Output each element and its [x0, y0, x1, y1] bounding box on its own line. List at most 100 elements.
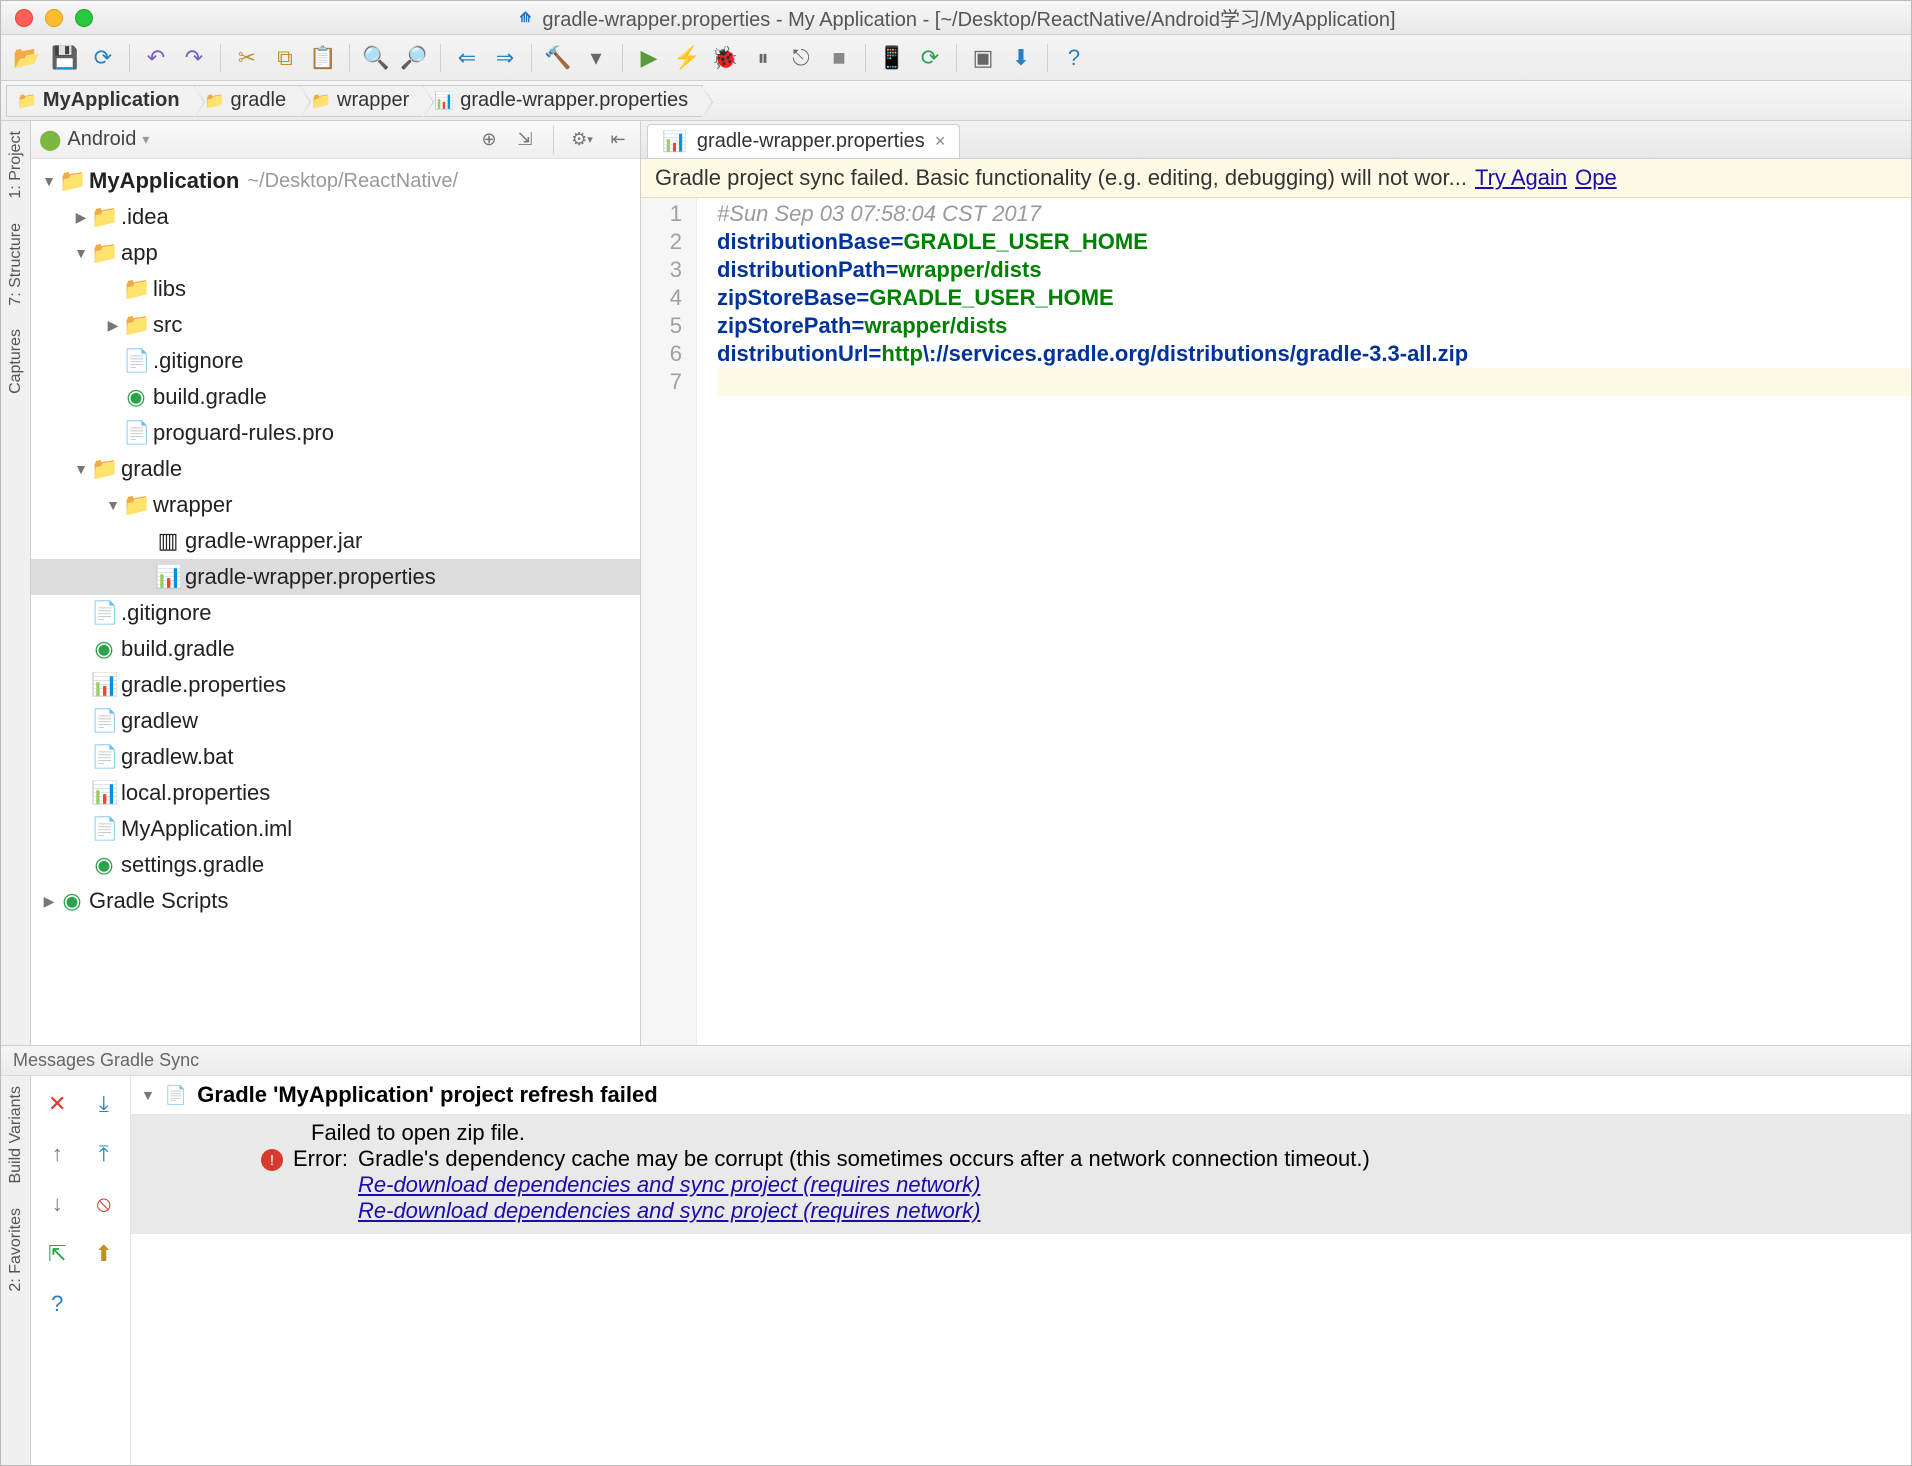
stop-button[interactable]: ■: [821, 40, 857, 76]
toolbar-separator: [553, 126, 554, 154]
apply-changes-button[interactable]: ⚡: [669, 40, 705, 76]
close-window-button[interactable]: [15, 9, 33, 27]
import-button[interactable]: ⬆: [84, 1232, 125, 1276]
find-button[interactable]: 🔍: [358, 40, 394, 76]
replace-button[interactable]: 🔎: [396, 40, 432, 76]
redo-button[interactable]: ↷: [176, 40, 212, 76]
next-message-button[interactable]: ↓: [37, 1182, 78, 1226]
error-icon: !: [261, 1149, 283, 1171]
zoom-window-button[interactable]: [75, 9, 93, 27]
tree-node[interactable]: ▼📁gradle: [31, 451, 640, 487]
tree-node[interactable]: 📁libs: [31, 271, 640, 307]
tree-node[interactable]: 📄MyApplication.iml: [31, 811, 640, 847]
tree-node[interactable]: ▥gradle-wrapper.jar: [31, 523, 640, 559]
tree-arrow-icon: ▼: [39, 173, 59, 189]
tree-node[interactable]: ▶📁src: [31, 307, 640, 343]
message-headline: Gradle 'MyApplication' project refresh f…: [197, 1082, 657, 1108]
redownload-link[interactable]: Re-download dependencies and sync projec…: [358, 1198, 1370, 1224]
breadcrumb-item[interactable]: 📁gradle: [194, 85, 302, 117]
debug-button[interactable]: 🐞: [707, 40, 743, 76]
run-button[interactable]: ▶: [631, 40, 667, 76]
messages-panel-title[interactable]: Messages Gradle Sync: [1, 1046, 1911, 1076]
build-button[interactable]: 🔨: [540, 40, 576, 76]
tree-root[interactable]: ▼📁MyApplication~/Desktop/ReactNative/: [31, 163, 640, 199]
stop-messages-button[interactable]: ⦸: [84, 1182, 125, 1226]
tree-node[interactable]: 📄.gitignore: [31, 343, 640, 379]
download-button[interactable]: ⬇: [1003, 40, 1039, 76]
tree-node-label: Gradle Scripts: [89, 888, 228, 914]
tree-node[interactable]: 📄.gitignore: [31, 595, 640, 631]
messages-panel: Messages Gradle Sync Build Variants 2: F…: [1, 1045, 1911, 1465]
prev-message-button[interactable]: ↑: [37, 1132, 78, 1176]
close-tab-button[interactable]: ×: [935, 131, 946, 152]
file-icon: 📄: [91, 708, 117, 734]
project-tool-tab[interactable]: 1: Project: [7, 131, 25, 199]
tree-node[interactable]: ▼📁wrapper: [31, 487, 640, 523]
editor-tab[interactable]: 📊 gradle-wrapper.properties ×: [647, 124, 960, 158]
attach-button[interactable]: ⎋: [783, 40, 819, 76]
paste-button[interactable]: 📋: [305, 40, 341, 76]
tree-node-label: app: [121, 240, 158, 266]
project-tree[interactable]: ▼📁MyApplication~/Desktop/ReactNative/▶📁.…: [31, 159, 640, 1045]
favorites-tool-tab[interactable]: 2: Favorites: [7, 1208, 25, 1292]
open-button[interactable]: 📂: [9, 40, 45, 76]
cut-button[interactable]: ✂: [229, 40, 265, 76]
tree-node[interactable]: ◉build.gradle: [31, 379, 640, 415]
copy-button[interactable]: ⧉: [267, 40, 303, 76]
tree-node-label: gradlew: [121, 708, 198, 734]
back-button[interactable]: ⇐: [449, 40, 485, 76]
help-messages-button[interactable]: ?: [37, 1282, 78, 1326]
tree-node[interactable]: 📄gradlew.bat: [31, 739, 640, 775]
breadcrumb: 📁MyApplication 📁gradle 📁wrapper 📊gradle-…: [1, 81, 1911, 121]
tree-node[interactable]: ▼📁app: [31, 235, 640, 271]
close-messages-button[interactable]: ✕: [37, 1082, 78, 1126]
help-button[interactable]: ?: [1056, 40, 1092, 76]
expand-button[interactable]: ⇲: [511, 126, 539, 154]
minimize-window-button[interactable]: [45, 9, 63, 27]
hide-panel-button[interactable]: ⇤: [604, 126, 632, 154]
tree-node[interactable]: 📊gradle-wrapper.properties: [31, 559, 640, 595]
export-button[interactable]: ⇱: [37, 1232, 78, 1276]
forward-button[interactable]: ⇒: [487, 40, 523, 76]
tree-node[interactable]: ◉build.gradle: [31, 631, 640, 667]
settings-button[interactable]: ⚙▾: [568, 126, 596, 154]
breadcrumb-label: gradle-wrapper.properties: [460, 89, 688, 112]
collapse-all-button[interactable]: ⊕: [475, 126, 503, 154]
collapse-all-button[interactable]: ⤒: [84, 1132, 125, 1176]
sync-button[interactable]: ⟳: [85, 40, 121, 76]
breadcrumb-item[interactable]: 📊gradle-wrapper.properties: [423, 85, 703, 117]
file-icon: 📄: [91, 744, 117, 770]
structure-tool-tab[interactable]: 7: Structure: [7, 223, 25, 306]
breadcrumb-item[interactable]: 📁wrapper: [300, 85, 424, 117]
file-icon: ▥: [155, 528, 181, 554]
captures-tool-tab[interactable]: Captures: [7, 329, 25, 394]
tree-node[interactable]: 📊gradle.properties: [31, 667, 640, 703]
tree-node[interactable]: 📄gradlew: [31, 703, 640, 739]
open-link[interactable]: Ope: [1575, 165, 1617, 191]
run-config-dropdown[interactable]: ▾: [578, 40, 614, 76]
expand-all-button[interactable]: ⤓: [84, 1082, 125, 1126]
file-icon: ◉: [123, 384, 149, 410]
profile-button[interactable]: ⏸: [745, 40, 781, 76]
redownload-link[interactable]: Re-download dependencies and sync projec…: [358, 1172, 1370, 1198]
file-icon: 📊: [91, 780, 117, 806]
message-header-row[interactable]: ▼ 📄 Gradle 'MyApplication' project refre…: [131, 1076, 1911, 1114]
tree-node[interactable]: 📊local.properties: [31, 775, 640, 811]
project-view-selector[interactable]: ⬤ Android ▾: [39, 127, 149, 152]
code-content[interactable]: #Sun Sep 03 07:58:04 CST 2017distributio…: [697, 198, 1911, 1045]
undo-button[interactable]: ↶: [138, 40, 174, 76]
tree-node-label: .gitignore: [153, 348, 244, 374]
toolbar-separator: [622, 44, 623, 72]
tree-node[interactable]: 📄proguard-rules.pro: [31, 415, 640, 451]
avd-button[interactable]: 📱: [874, 40, 910, 76]
build-variants-tool-tab[interactable]: Build Variants: [7, 1086, 25, 1184]
tree-node[interactable]: ▶◉Gradle Scripts: [31, 883, 640, 919]
breadcrumb-item[interactable]: 📁MyApplication: [6, 85, 195, 117]
tree-node[interactable]: ◉settings.gradle: [31, 847, 640, 883]
sdk-button[interactable]: ⟳: [912, 40, 948, 76]
try-again-link[interactable]: Try Again: [1475, 165, 1567, 191]
layout-inspector-button[interactable]: ▣: [965, 40, 1001, 76]
save-button[interactable]: 💾: [47, 40, 83, 76]
tree-node[interactable]: ▶📁.idea: [31, 199, 640, 235]
code-editor[interactable]: 1234567 #Sun Sep 03 07:58:04 CST 2017dis…: [641, 198, 1911, 1045]
